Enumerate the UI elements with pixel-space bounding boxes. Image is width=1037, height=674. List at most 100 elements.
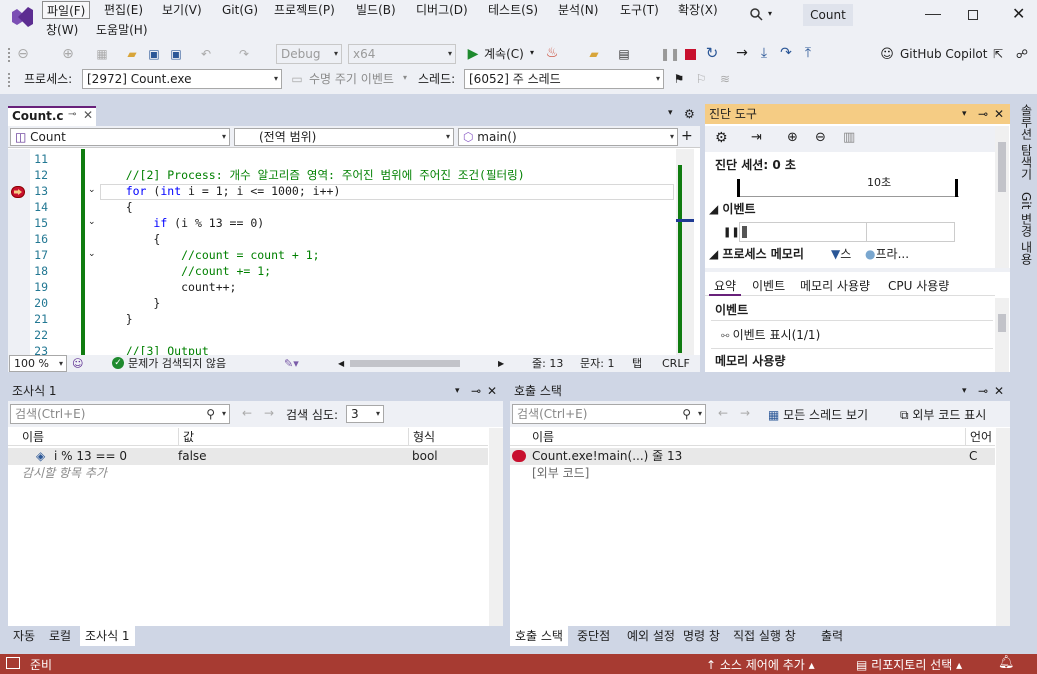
menu-item[interactable]: 분석(N) xyxy=(554,1,602,19)
tab-callstack-tabs-3[interactable]: 명령 창 xyxy=(678,626,725,646)
configuration-select[interactable]: Debug ▾ xyxy=(276,44,342,64)
zoom-in-icon[interactable]: ⊕ xyxy=(787,130,798,145)
copilot-button[interactable]: GitHub Copilot xyxy=(900,45,987,63)
process-memory-section-header[interactable]: ◢ 프로세스 메모리 xyxy=(709,245,804,263)
close-tab-icon[interactable]: ✕ xyxy=(83,108,93,122)
copilot-icon[interactable]: ☺ xyxy=(879,46,895,62)
close-button[interactable]: ✕ xyxy=(1012,4,1025,23)
undo-icon[interactable]: ↶ xyxy=(198,46,214,62)
tab-watch-tabs-2[interactable]: 조사식 1 xyxy=(80,626,135,646)
solution-explorer-side-tab[interactable]: 솔루션 탐색기 xyxy=(1018,104,1035,180)
menu-item[interactable]: 보기(V) xyxy=(158,1,206,19)
save-all-icon[interactable]: ▣ xyxy=(168,46,184,62)
fold-toggle-icon[interactable]: ⌄ xyxy=(88,217,96,227)
menu-item[interactable]: 테스트(S) xyxy=(484,1,542,19)
code-line[interactable]: 15 if (i % 13 == 0) xyxy=(8,215,264,231)
notifications-icon[interactable]: 🔔︎ xyxy=(998,655,1015,670)
table-row[interactable]: Count.exe!main(...) 줄 13 C xyxy=(510,448,995,465)
diagnostics-icon[interactable]: ▰ xyxy=(586,46,602,62)
process-select[interactable]: [2972] Count.exe ▾ xyxy=(82,69,282,89)
call-stack-search-input[interactable]: 검색(Ctrl+E) ⚲ ▾ xyxy=(512,404,706,424)
diag-tab-2[interactable]: 메모리 사용량 xyxy=(795,276,875,296)
code-line[interactable]: 20 } xyxy=(8,295,160,311)
tab-callstack-tabs-2[interactable]: 예외 설정 xyxy=(622,626,680,646)
column-value[interactable]: 값 xyxy=(178,428,194,446)
menu-item[interactable]: 창(W) xyxy=(42,21,82,39)
search-icon[interactable] xyxy=(748,6,764,22)
lifecycle-events-icon[interactable]: ▭ xyxy=(290,72,304,86)
line-ending-indicator[interactable]: CRLF xyxy=(662,355,690,372)
search-depth-select[interactable]: 3 ▾ xyxy=(346,405,384,423)
pause-events-icon[interactable]: ❚❚ xyxy=(723,227,740,238)
search-forward-icon[interactable]: → xyxy=(264,406,274,420)
stack-frame-icon[interactable]: ≋ xyxy=(718,71,732,87)
column-name[interactable]: 이름 xyxy=(22,428,44,446)
code-cleanup-icon[interactable]: ✎▾ xyxy=(284,355,299,372)
timeline-scrollbar[interactable] xyxy=(995,126,1009,268)
save-icon[interactable]: ▣ xyxy=(146,46,162,62)
diag-tab-1[interactable]: 이벤트 xyxy=(747,276,790,296)
editor-settings-icon[interactable]: ⚙ xyxy=(684,107,695,121)
continue-button[interactable]: 계속(C) xyxy=(484,45,524,63)
show-events-link[interactable]: ⚯ 이벤트 표시(1/1) xyxy=(721,326,820,346)
copilot-status-icon[interactable]: ☺ xyxy=(72,355,83,372)
fold-toggle-icon[interactable]: ⌄ xyxy=(88,249,96,259)
share-icon[interactable]: ⇱ xyxy=(990,46,1006,62)
add-source-control-button[interactable]: ↑ 소스 제어에 추가 ▴ xyxy=(706,656,815,673)
tab-watch-tabs-0[interactable]: 자동 xyxy=(8,626,40,646)
continue-icon[interactable]: ▶ xyxy=(466,46,480,62)
pin-icon[interactable]: ⊸ xyxy=(471,381,481,401)
menu-item[interactable]: 도움말(H) xyxy=(92,21,152,39)
menu-item[interactable]: 도구(T) xyxy=(616,1,663,19)
stop-icon[interactable] xyxy=(685,49,696,60)
horizontal-scroll-thumb[interactable] xyxy=(350,360,460,367)
select-repository-button[interactable]: ▤ 리포지토리 선택 ▴ xyxy=(856,656,962,673)
show-external-code-button[interactable]: ⧉ 외부 코드 표시 xyxy=(900,406,986,424)
menu-item[interactable]: 파일(F) xyxy=(42,1,91,19)
menu-item[interactable]: 편집(E) xyxy=(100,1,147,19)
pin-icon[interactable]: ⊸ xyxy=(978,104,988,124)
code-line[interactable]: 11 xyxy=(8,151,48,167)
panel-menu-icon[interactable]: ▾ xyxy=(962,104,967,124)
events-section-header[interactable]: ◢ 이벤트 xyxy=(709,200,756,218)
continue-dropdown-icon[interactable]: ▾ xyxy=(530,48,534,57)
panel-menu-icon[interactable]: ▾ xyxy=(455,381,460,401)
pause-icon[interactable]: ❚❚ xyxy=(660,46,680,62)
add-watch-row[interactable]: 감시할 항목 추가 xyxy=(22,465,107,481)
split-editor-icon[interactable]: + xyxy=(681,128,693,144)
pin-icon[interactable]: ⊸ xyxy=(978,381,988,401)
code-line[interactable]: 16 { xyxy=(8,231,160,247)
settings-icon[interactable]: ⚙ xyxy=(715,130,728,146)
step-over-icon[interactable]: ↷ xyxy=(778,45,794,61)
scroll-left-icon[interactable]: ◀ xyxy=(338,355,344,372)
code-line[interactable]: 22 xyxy=(8,327,48,343)
code-line[interactable]: 21 } xyxy=(8,311,132,327)
column-name[interactable]: 이름 xyxy=(532,428,554,446)
git-changes-side-tab[interactable]: Git 변경 내용 xyxy=(1018,192,1035,265)
forward-icon[interactable]: ⊕ xyxy=(60,46,76,62)
minimize-button[interactable] xyxy=(925,6,941,15)
fold-toggle-icon[interactable]: ⌄ xyxy=(88,185,96,195)
restart-icon[interactable]: ↻ xyxy=(704,44,720,62)
menu-item[interactable]: 디버그(D) xyxy=(412,1,472,19)
column-indicator[interactable]: 문자: 1 xyxy=(580,355,614,372)
maximize-button[interactable] xyxy=(968,10,978,20)
line-indicator[interactable]: 줄: 13 xyxy=(532,355,563,372)
search-forward-icon[interactable]: → xyxy=(740,406,750,420)
nav-function-select[interactable]: ⬡ main() ▾ xyxy=(458,128,678,146)
window-layout-icon[interactable]: ▤ xyxy=(616,46,632,62)
close-panel-icon[interactable]: ✕ xyxy=(487,381,497,401)
new-project-icon[interactable]: ▦ xyxy=(94,46,110,62)
tab-callstack-tabs-0[interactable]: 호출 스택 xyxy=(510,626,568,646)
tab-callstack-tabs-4[interactable]: 직접 실행 창 xyxy=(728,626,801,646)
tab-callstack-tabs-5[interactable]: 출력 xyxy=(816,626,848,646)
code-line[interactable]: 19 count++; xyxy=(8,279,236,295)
nav-scope-select[interactable]: (전역 범위) ▾ xyxy=(234,128,454,146)
diag-tab-3[interactable]: CPU 사용량 xyxy=(883,276,954,296)
code-line[interactable]: 13 for (int i = 1; i <= 1000; i++) xyxy=(8,183,340,199)
call-stack-vertical-scrollbar[interactable] xyxy=(996,428,1010,626)
show-next-statement-icon[interactable]: → xyxy=(734,45,750,61)
feedback-icon[interactable]: ☍ xyxy=(1014,46,1030,62)
back-icon[interactable]: ⊖ xyxy=(15,46,31,62)
issues-status[interactable]: 문제가 검색되지 않음 xyxy=(128,355,226,372)
